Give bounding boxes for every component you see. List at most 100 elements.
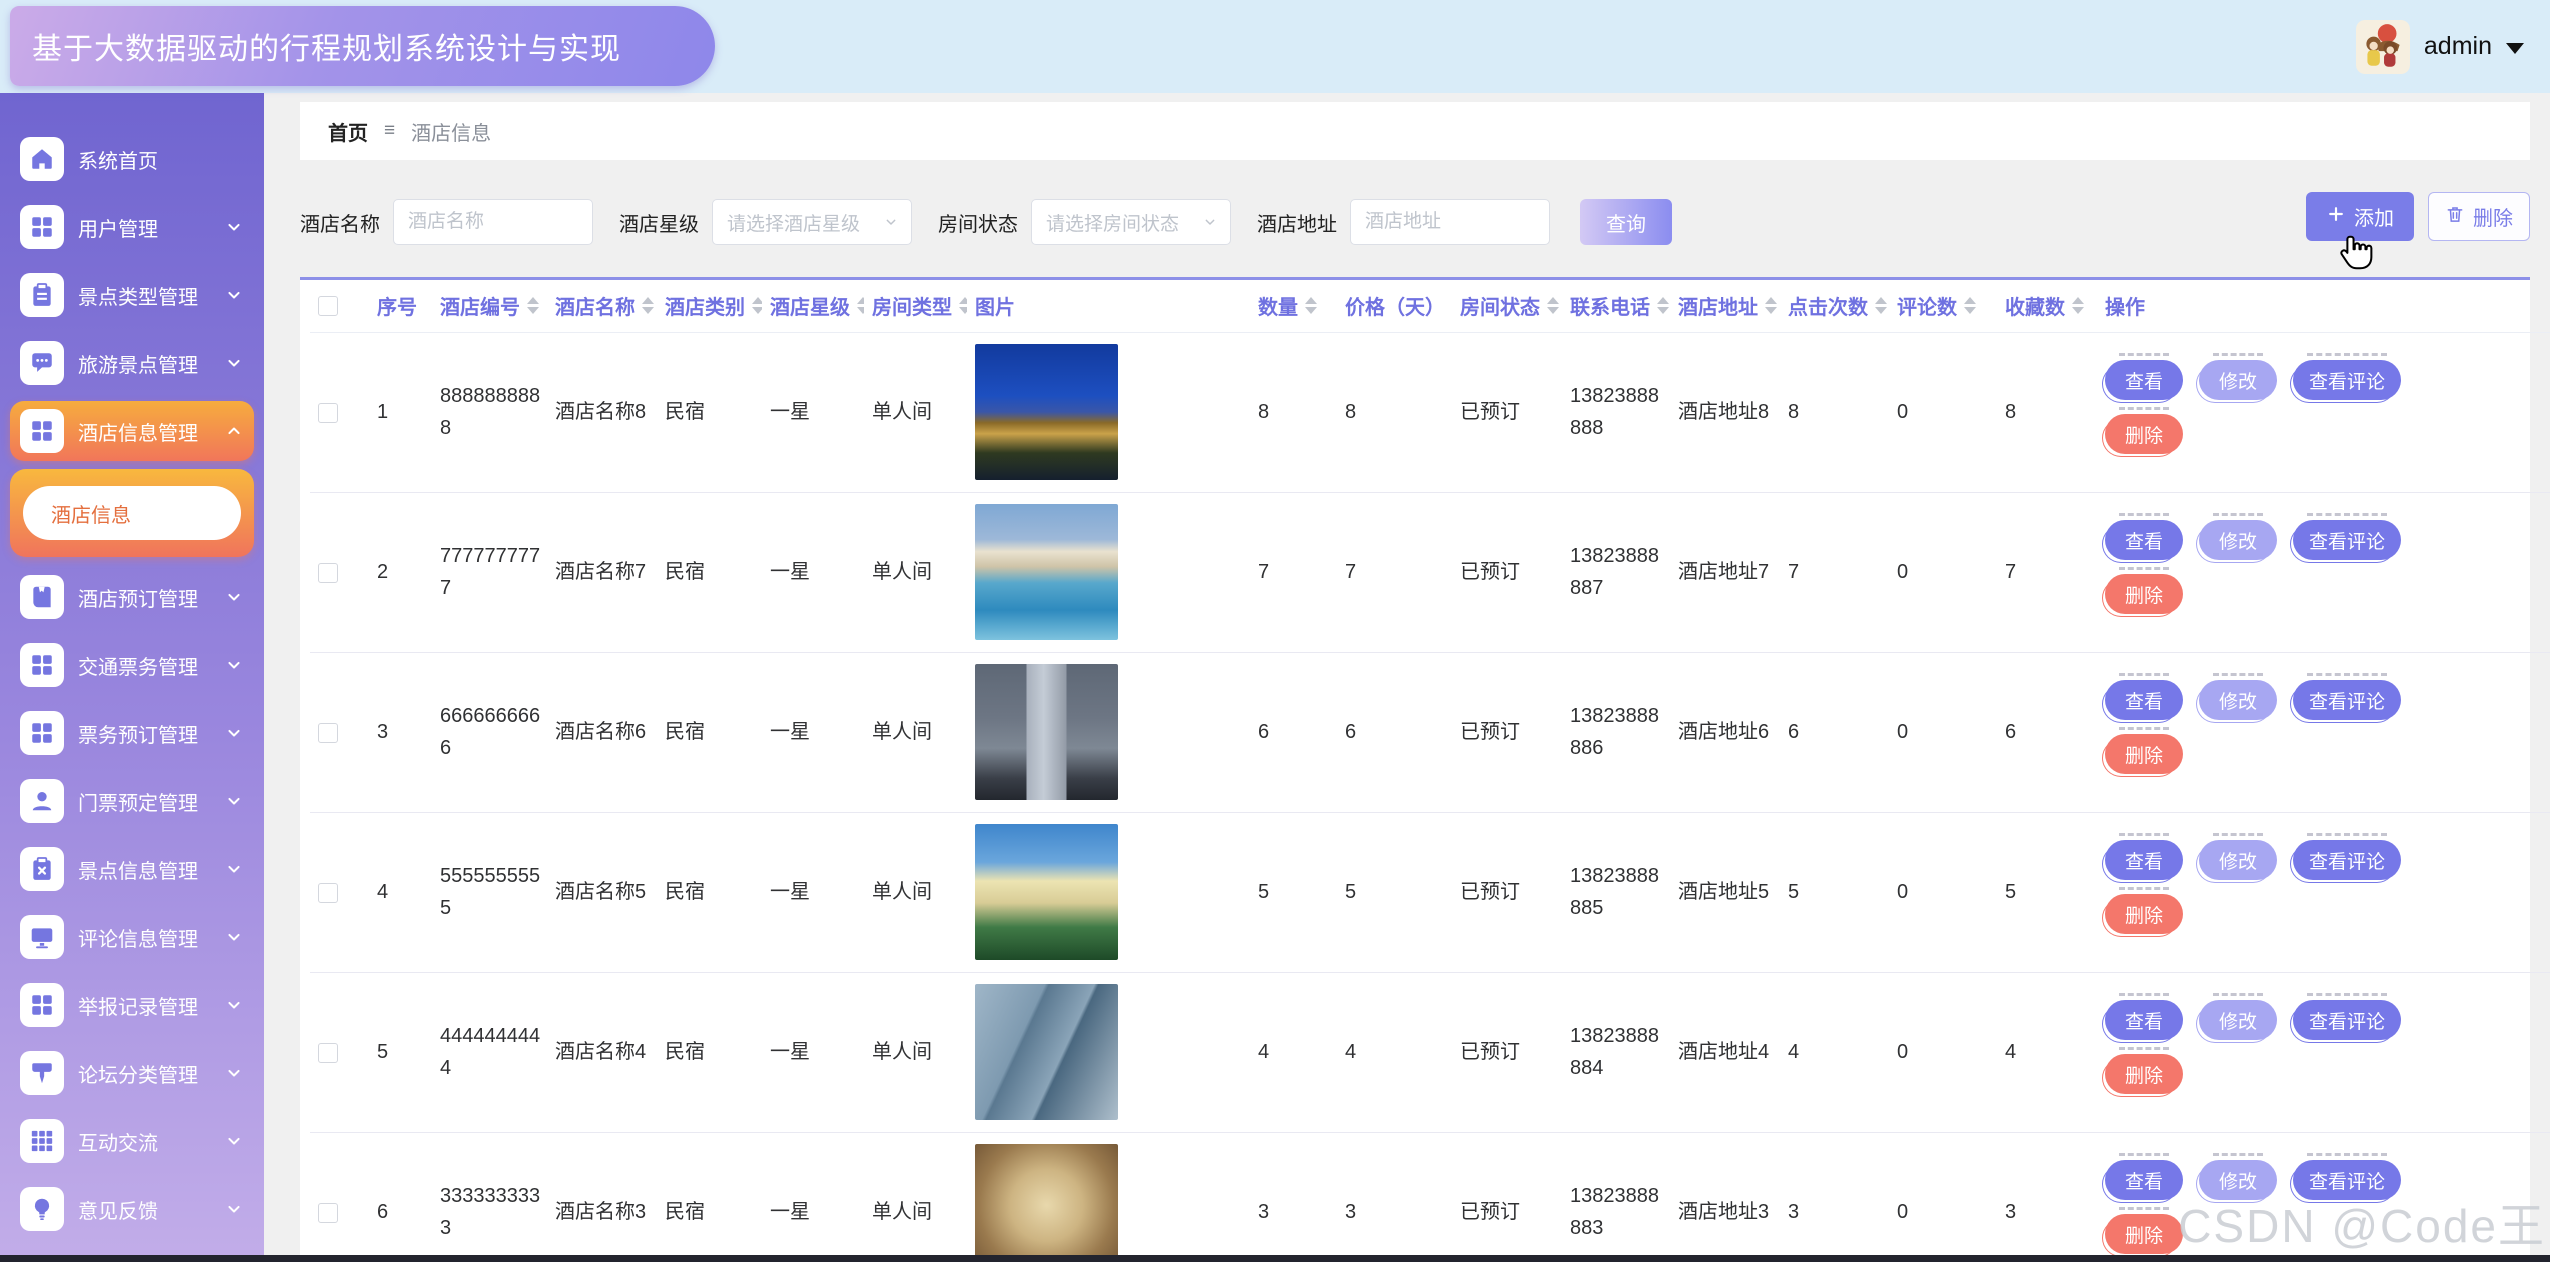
- cell-address: 酒店地址4: [1670, 972, 1780, 1132]
- sidebar-item-13[interactable]: 互动交流: [10, 1111, 254, 1171]
- sidebar-item-14[interactable]: 意见反馈: [10, 1179, 254, 1239]
- view-button[interactable]: 查看: [2105, 520, 2183, 560]
- edit-button[interactable]: 修改: [2199, 1000, 2277, 1040]
- sort-caret-icon[interactable]: [1305, 297, 1317, 314]
- cell-text: 酒店名称4: [555, 1041, 646, 1063]
- view-button[interactable]: 查看: [2105, 1160, 2183, 1200]
- delete-button[interactable]: 删除: [2428, 192, 2530, 241]
- delete-row-button[interactable]: 删除: [2105, 1214, 2183, 1254]
- select-all-checkbox[interactable]: [318, 296, 338, 316]
- filter-input-0[interactable]: [393, 199, 593, 245]
- row-checkbox[interactable]: [318, 1043, 338, 1063]
- edit-button[interactable]: 修改: [2199, 1160, 2277, 1200]
- delete-row-button[interactable]: 删除: [2105, 894, 2183, 934]
- col-13[interactable]: 评论数: [1889, 280, 1997, 332]
- sort-caret-icon[interactable]: [752, 297, 762, 314]
- column-header: 数量: [1258, 291, 1337, 320]
- chevron-up-icon: [224, 421, 244, 441]
- view-button[interactable]: 查看: [2105, 360, 2183, 400]
- view-comments-button[interactable]: 查看评论: [2293, 1000, 2401, 1040]
- col-14[interactable]: 收藏数: [1997, 280, 2097, 332]
- view-comments-button[interactable]: 查看评论: [2293, 1160, 2401, 1200]
- add-button[interactable]: 添加: [2306, 192, 2414, 241]
- chevron-down-icon: [224, 217, 244, 237]
- col-checkbox[interactable]: [310, 280, 369, 332]
- row-checkbox[interactable]: [318, 563, 338, 583]
- action-row: 查看修改查看评论: [2105, 360, 2550, 400]
- edit-button[interactable]: 修改: [2199, 520, 2277, 560]
- user-menu[interactable]: admin: [2356, 0, 2524, 93]
- sidebar-item-5[interactable]: 酒店预订管理: [10, 567, 254, 627]
- sort-caret-icon[interactable]: [527, 297, 539, 314]
- col-3[interactable]: 酒店类别: [657, 280, 762, 332]
- view-button[interactable]: 查看: [2105, 680, 2183, 720]
- view-comments-button[interactable]: 查看评论: [2293, 840, 2401, 880]
- col-2[interactable]: 酒店名称: [547, 280, 657, 332]
- delete-row-button[interactable]: 删除: [2105, 734, 2183, 774]
- row-checkbox[interactable]: [318, 1203, 338, 1223]
- sidebar-item-12[interactable]: 论坛分类管理: [10, 1043, 254, 1103]
- sort-caret-icon[interactable]: [2072, 297, 2084, 314]
- sort-caret-icon[interactable]: [1657, 297, 1669, 314]
- col-9[interactable]: 房间状态: [1452, 280, 1562, 332]
- cell-name: 酒店名称7: [547, 492, 657, 652]
- sidebar-item-label: 交通票务管理: [78, 651, 224, 680]
- breadcrumb-home[interactable]: 首页: [328, 117, 368, 146]
- sidebar-subitem[interactable]: 酒店信息: [23, 486, 241, 540]
- delete-row-button[interactable]: 删除: [2105, 414, 2183, 454]
- row-checkbox[interactable]: [318, 723, 338, 743]
- cell-text: 1: [377, 401, 388, 423]
- view-button[interactable]: 查看: [2105, 840, 2183, 880]
- search-button[interactable]: 查询: [1580, 199, 1672, 245]
- col-1[interactable]: 酒店编号: [432, 280, 547, 332]
- sidebar-item-4[interactable]: 酒店信息管理: [10, 401, 254, 461]
- col-4[interactable]: 酒店星级: [762, 280, 864, 332]
- cell-no: 3: [369, 652, 432, 812]
- filter-input-3[interactable]: [1350, 199, 1550, 245]
- delete-row-button[interactable]: 删除: [2105, 1054, 2183, 1094]
- sort-caret-icon[interactable]: [1964, 297, 1976, 314]
- col-11[interactable]: 酒店地址: [1670, 280, 1780, 332]
- sidebar-item-3[interactable]: 旅游景点管理: [10, 333, 254, 393]
- avatar[interactable]: [2356, 20, 2410, 74]
- col-12[interactable]: 点击次数: [1780, 280, 1889, 332]
- cell-text: 酒店名称6: [555, 721, 646, 743]
- sidebar-item-label: 举报记录管理: [78, 991, 224, 1020]
- view-comments-button[interactable]: 查看评论: [2293, 520, 2401, 560]
- sort-caret-icon[interactable]: [857, 297, 864, 314]
- view-comments-button[interactable]: 查看评论: [2293, 360, 2401, 400]
- col-8[interactable]: 价格（天）: [1337, 280, 1452, 332]
- row-checkbox[interactable]: [318, 883, 338, 903]
- sort-caret-icon[interactable]: [1765, 297, 1777, 314]
- sidebar-item-0[interactable]: 系统首页: [10, 129, 254, 189]
- edit-button[interactable]: 修改: [2199, 840, 2277, 880]
- row-checkbox[interactable]: [318, 403, 338, 423]
- edit-button[interactable]: 修改: [2199, 680, 2277, 720]
- cell-price: 3: [1337, 1132, 1452, 1262]
- sidebar-item-7[interactable]: 票务预订管理: [10, 703, 254, 763]
- sort-caret-icon[interactable]: [642, 297, 654, 314]
- sidebar-item-6[interactable]: 交通票务管理: [10, 635, 254, 695]
- sidebar-item-8[interactable]: 门票预定管理: [10, 771, 254, 831]
- view-button[interactable]: 查看: [2105, 1000, 2183, 1040]
- sidebar-item-11[interactable]: 举报记录管理: [10, 975, 254, 1035]
- view-comments-button[interactable]: 查看评论: [2293, 680, 2401, 720]
- sidebar-item-2[interactable]: 景点类型管理: [10, 265, 254, 325]
- sort-caret-icon[interactable]: [959, 297, 967, 314]
- filter-select-2[interactable]: 请选择房间状态: [1031, 199, 1231, 245]
- sort-caret-icon[interactable]: [1547, 297, 1559, 314]
- cell-text: 已预订: [1460, 401, 1520, 423]
- table-row: 63333333333酒店名称3民宿一星单人间33已预订13823888883酒…: [310, 1132, 2550, 1262]
- filter-select-1[interactable]: 请选择酒店星级: [712, 199, 912, 245]
- col-7[interactable]: 数量: [1250, 280, 1337, 332]
- col-5[interactable]: 房间类型: [864, 280, 967, 332]
- sort-caret-icon[interactable]: [1875, 297, 1887, 314]
- sidebar-item-1[interactable]: 用户管理: [10, 197, 254, 257]
- edit-button[interactable]: 修改: [2199, 360, 2277, 400]
- sidebar-item-9[interactable]: 景点信息管理: [10, 839, 254, 899]
- column-label: 价格（天）: [1345, 291, 1445, 320]
- col-10[interactable]: 联系电话: [1562, 280, 1670, 332]
- sidebar-item-10[interactable]: 评论信息管理: [10, 907, 254, 967]
- delete-row-button[interactable]: 删除: [2105, 574, 2183, 614]
- cell-photo: [967, 812, 1250, 972]
